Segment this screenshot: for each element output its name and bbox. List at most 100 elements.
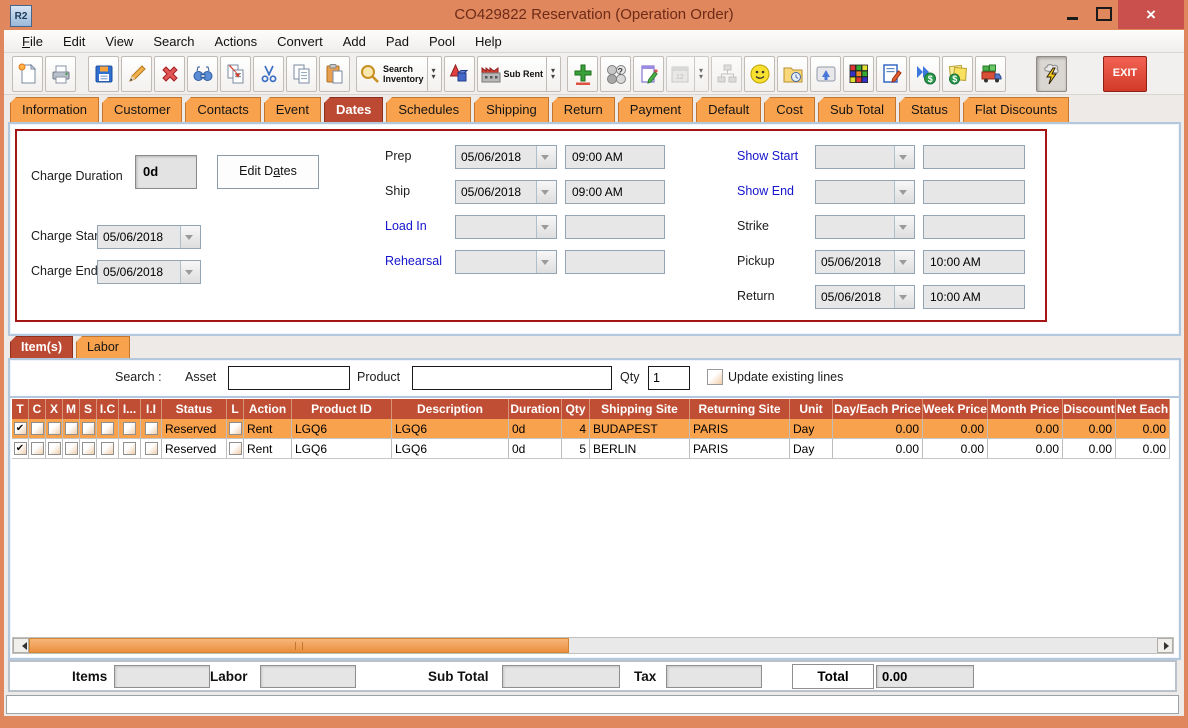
col-id[interactable]: I... — [119, 399, 141, 419]
tab-customer[interactable]: Customer — [102, 97, 182, 122]
menu-help[interactable]: Help — [465, 31, 512, 52]
checkbox-checked[interactable]: ✔ — [14, 442, 27, 455]
tab-labor[interactable]: Labor — [76, 336, 130, 358]
doc-edit-button[interactable] — [876, 56, 907, 92]
checkbox[interactable] — [229, 422, 242, 435]
pickup-date-combo[interactable]: 05/06/2018 — [815, 250, 915, 274]
cut-button[interactable] — [253, 56, 284, 92]
tab-default[interactable]: Default — [696, 97, 761, 122]
col-ii[interactable]: I.I — [141, 399, 162, 419]
scroll-left-icon[interactable] — [13, 638, 29, 653]
edit-dates-button[interactable]: Edit Dates — [217, 155, 319, 189]
col-day_each_price[interactable]: Day/Each Price — [833, 399, 923, 419]
checkbox[interactable] — [145, 442, 158, 455]
tab-schedules[interactable]: Schedules — [386, 97, 471, 122]
tab-status[interactable]: Status — [899, 97, 960, 122]
menu-edit[interactable]: Edit — [53, 31, 95, 52]
close-button[interactable]: × — [1118, 0, 1184, 29]
qty-input[interactable] — [648, 366, 690, 390]
chevron-down-icon[interactable] — [180, 226, 200, 248]
checkbox[interactable] — [229, 442, 242, 455]
smiley-button[interactable] — [744, 56, 775, 92]
tab-shipping[interactable]: Shipping — [474, 97, 549, 122]
rubik-button[interactable] — [843, 56, 874, 92]
show-start-label[interactable]: Show Start — [737, 149, 798, 163]
checkbox[interactable] — [101, 422, 114, 435]
checkbox[interactable] — [123, 442, 136, 455]
add-button[interactable] — [567, 56, 598, 92]
charge-start-date-combo[interactable]: 05/06/2018 — [97, 225, 201, 249]
col-s[interactable]: S — [80, 399, 97, 419]
tab-payment[interactable]: Payment — [618, 97, 693, 122]
chevron-down-icon[interactable] — [180, 261, 200, 283]
col-returning_site[interactable]: Returning Site — [690, 399, 790, 419]
chevron-down-icon[interactable] — [894, 251, 914, 273]
search-inventory-button[interactable]: SearchInventory▾▾ — [356, 56, 442, 92]
minimize-button[interactable] — [1058, 0, 1086, 28]
menu-add[interactable]: Add — [333, 31, 376, 52]
checkbox[interactable] — [123, 422, 136, 435]
col-discount[interactable]: Discount — [1063, 399, 1116, 419]
copy-button[interactable] — [286, 56, 317, 92]
checkbox[interactable] — [101, 442, 114, 455]
load-in-time-field[interactable] — [565, 215, 665, 239]
menu-view[interactable]: View — [95, 31, 143, 52]
show-end-date-combo[interactable] — [815, 180, 915, 204]
save-button[interactable] — [88, 56, 119, 92]
show-start-date-combo[interactable] — [815, 145, 915, 169]
maximize-button[interactable] — [1090, 0, 1118, 28]
strike-date-combo[interactable] — [815, 215, 915, 239]
update-existing-lines-checkbox[interactable] — [707, 369, 723, 385]
chevron-down-icon[interactable] — [536, 251, 556, 273]
col-action[interactable]: Action — [244, 399, 292, 419]
tab-event[interactable]: Event — [264, 97, 321, 122]
find-binoculars-button[interactable] — [187, 56, 218, 92]
shapes-button[interactable] — [444, 56, 475, 92]
exit-button[interactable]: EXIT — [1103, 56, 1147, 92]
menu-pad[interactable]: Pad — [376, 31, 419, 52]
checkbox[interactable] — [31, 422, 44, 435]
col-ic[interactable]: I.C — [97, 399, 119, 419]
tab-flat-discounts[interactable]: Flat Discounts — [963, 97, 1069, 122]
checkbox[interactable] — [145, 422, 158, 435]
col-qty[interactable]: Qty — [562, 399, 590, 419]
col-x[interactable]: X — [46, 399, 63, 419]
export-document-button[interactable] — [220, 56, 251, 92]
return-date-combo[interactable]: 05/06/2018 — [815, 285, 915, 309]
menu-convert[interactable]: Convert — [267, 31, 333, 52]
col-description[interactable]: Description — [392, 399, 509, 419]
col-l[interactable]: L — [227, 399, 244, 419]
product-search-input[interactable] — [412, 366, 612, 390]
col-status[interactable]: Status — [162, 399, 227, 419]
col-duration[interactable]: Duration — [509, 399, 562, 419]
chevron-down-icon[interactable] — [536, 146, 556, 168]
chevron-down-icon[interactable] — [536, 216, 556, 238]
forward-money-button[interactable]: $ — [909, 56, 940, 92]
tab-dates[interactable]: Dates — [324, 97, 383, 122]
scrollbar-thumb[interactable] — [29, 638, 569, 653]
edit-pencil-button[interactable] — [121, 56, 152, 92]
checkbox[interactable] — [65, 442, 78, 455]
menu-search[interactable]: Search — [143, 31, 204, 52]
checkbox[interactable] — [48, 442, 61, 455]
calendar-button[interactable]: 12▾▾ — [666, 56, 709, 92]
return-time-field[interactable]: 10:00 AM — [923, 285, 1025, 309]
chevron-down-icon[interactable] — [536, 181, 556, 203]
keyboard-key-button[interactable] — [810, 56, 841, 92]
checkbox[interactable] — [82, 422, 95, 435]
print-button[interactable] — [45, 56, 76, 92]
rehearsal-time-field[interactable] — [565, 250, 665, 274]
col-week_price[interactable]: Week Price — [923, 399, 988, 419]
checkbox[interactable] — [31, 442, 44, 455]
strike-time-field[interactable] — [923, 215, 1025, 239]
chevron-down-icon[interactable]: ▾▾ — [546, 57, 559, 91]
chevron-down-icon[interactable] — [894, 181, 914, 203]
col-month_price[interactable]: Month Price — [988, 399, 1063, 419]
load-in-label[interactable]: Load In — [385, 219, 427, 233]
scroll-right-icon[interactable] — [1157, 638, 1173, 653]
rehearsal-date-combo[interactable] — [455, 250, 557, 274]
tab-return[interactable]: Return — [552, 97, 615, 122]
notepad-button[interactable] — [633, 56, 664, 92]
col-m[interactable]: M — [63, 399, 80, 419]
checkbox-checked[interactable]: ✔ — [14, 422, 27, 435]
